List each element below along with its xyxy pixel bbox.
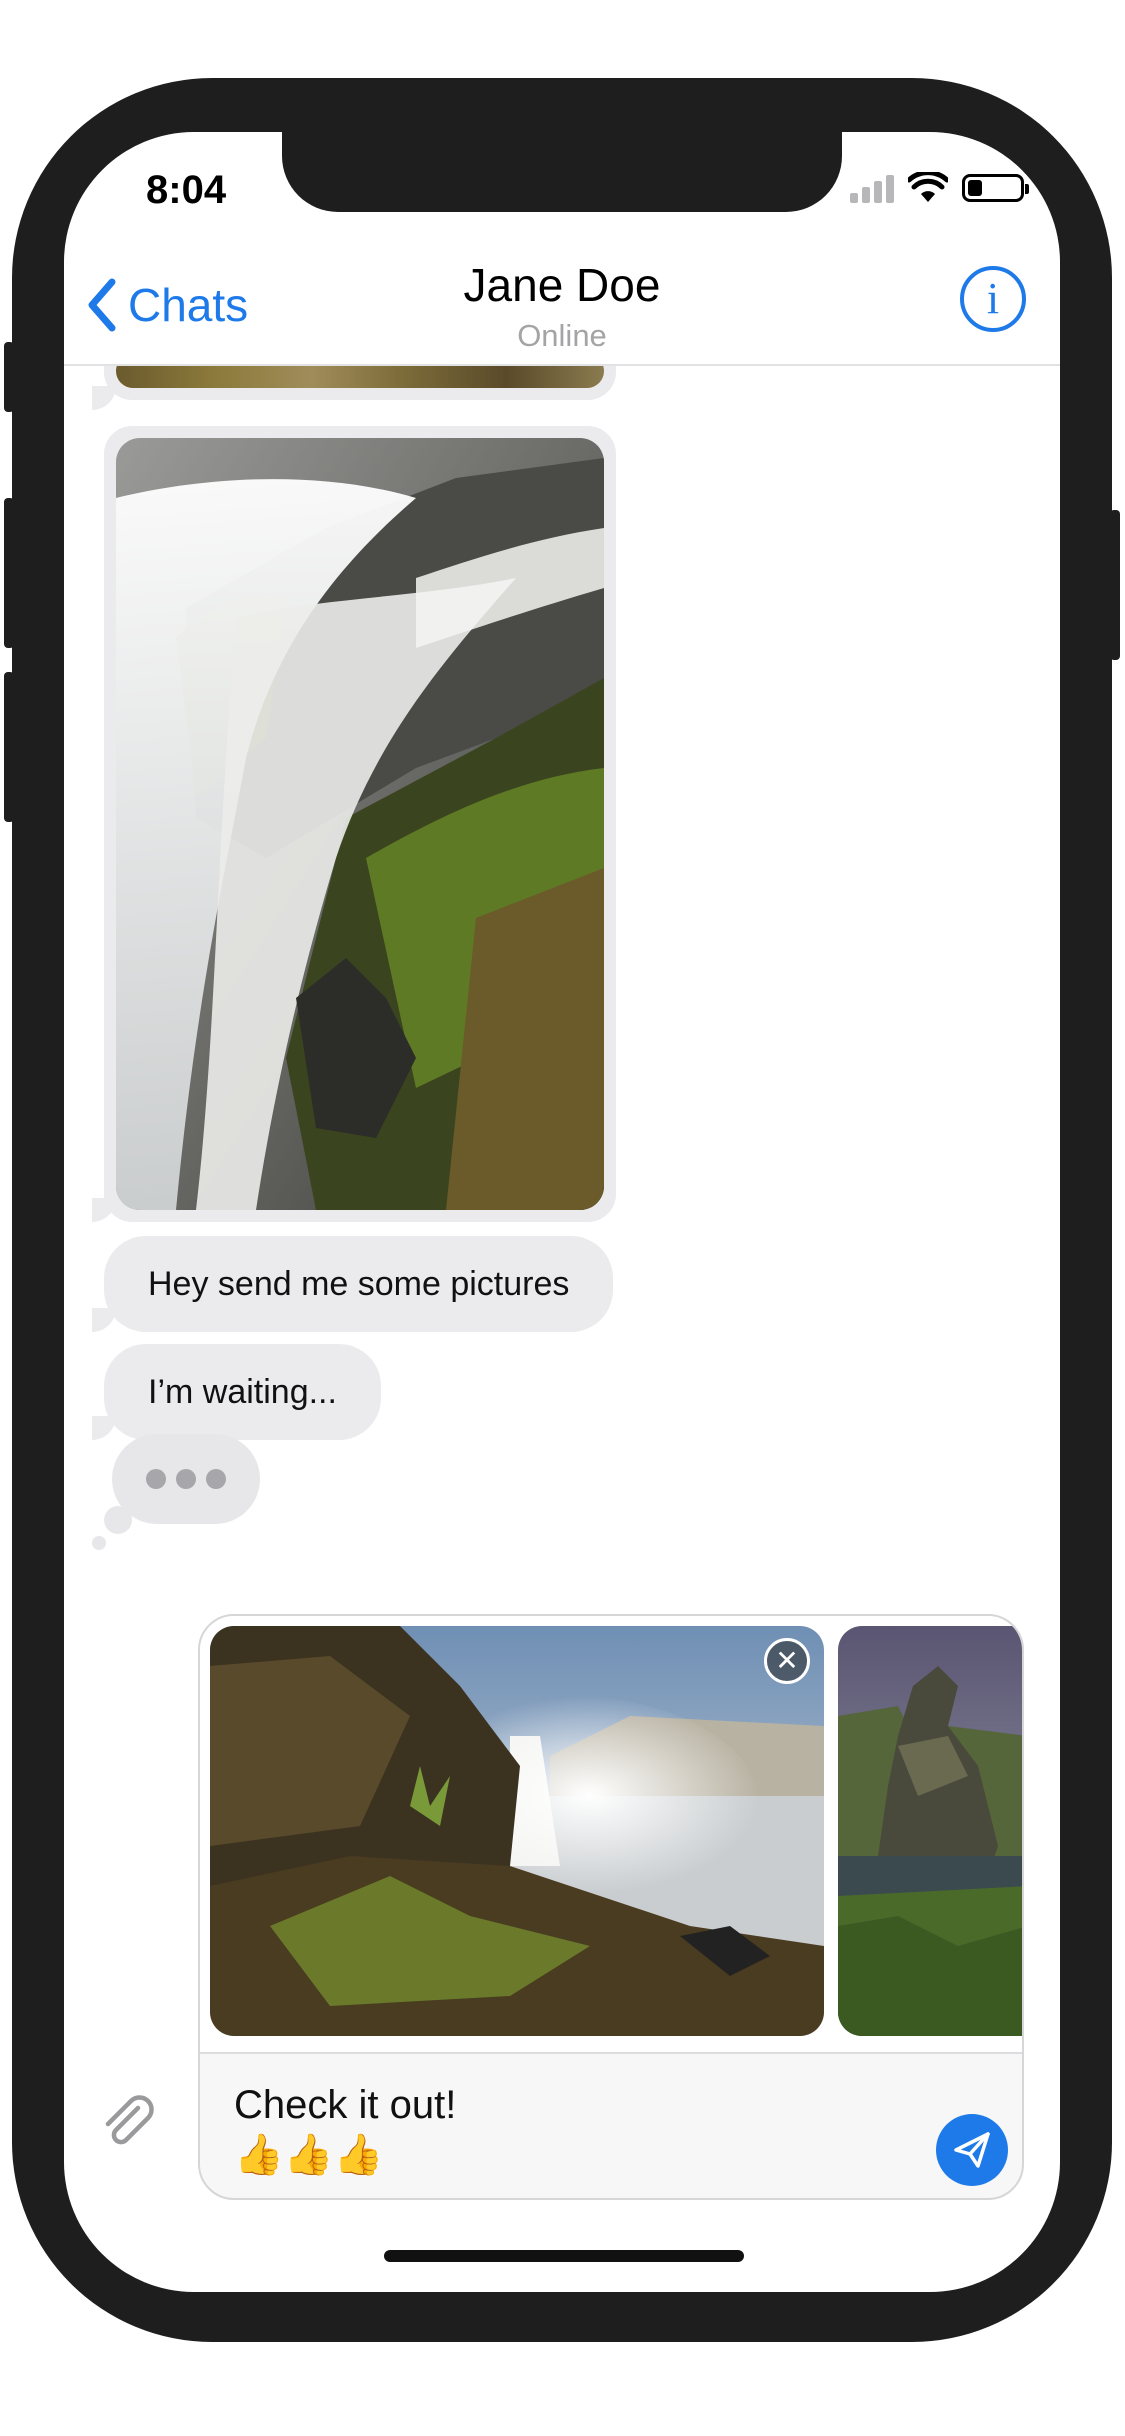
- send-button[interactable]: [936, 2114, 1008, 2186]
- message-list[interactable]: Hey send me some pictures I’m waiting...: [64, 366, 1060, 1666]
- message-image-waterfall[interactable]: [104, 426, 616, 1222]
- compose-emoji-line: 👍👍👍: [234, 2133, 384, 2177]
- attachment-preview-rock[interactable]: [838, 1626, 1022, 2036]
- typing-indicator: [112, 1434, 260, 1524]
- bubble-tail: [92, 1198, 116, 1222]
- wifi-icon: [908, 172, 948, 202]
- compose-line: Check it out!: [234, 2083, 457, 2127]
- landscape-illustration: [210, 1626, 824, 2036]
- rock-illustration: [838, 1626, 1022, 2036]
- battery-icon: [962, 174, 1029, 202]
- bubble-tail: [92, 1416, 116, 1440]
- paperclip-icon[interactable]: [98, 2092, 158, 2152]
- waterfall-illustration: [116, 438, 604, 1210]
- home-indicator[interactable]: [384, 2250, 744, 2262]
- contact-name: Jane Doe: [463, 259, 661, 311]
- signal-icon: [850, 173, 894, 203]
- volume-down-button: [4, 672, 14, 822]
- bubble-tail: [92, 1308, 116, 1332]
- mute-switch: [4, 342, 14, 412]
- send-icon: [954, 2132, 990, 2168]
- photo-grass: [116, 366, 604, 388]
- compose-input[interactable]: Check it out! 👍👍👍: [234, 2080, 456, 2180]
- status-icons: [850, 172, 1029, 204]
- power-button: [1110, 510, 1120, 660]
- status-time: 8:04: [146, 168, 227, 212]
- message-text[interactable]: Hey send me some pictures: [104, 1236, 614, 1332]
- attachment-previews[interactable]: ✕: [200, 1616, 1022, 2054]
- typing-indicator-dot: [92, 1536, 106, 1550]
- contact-title: Jane Doe Online: [64, 258, 1060, 354]
- phone-screen: 8:04 Chats Jane Doe Online i Hey send me…: [64, 132, 1060, 2292]
- message-composer[interactable]: ✕ Check it out! 👍👍👍: [198, 1614, 1024, 2200]
- photo-waterfall: [116, 438, 604, 1210]
- attachment-preview-waterfall[interactable]: ✕: [210, 1626, 824, 2036]
- close-icon[interactable]: ✕: [764, 1638, 810, 1684]
- message-image-previous[interactable]: [104, 366, 616, 400]
- volume-up-button: [4, 498, 14, 648]
- contact-status: Online: [517, 318, 607, 353]
- info-icon[interactable]: i: [960, 266, 1026, 332]
- chat-header: Chats Jane Doe Online i: [64, 250, 1060, 366]
- typing-indicator-dot: [104, 1506, 132, 1534]
- notch: [282, 132, 842, 212]
- bubble-tail: [92, 386, 116, 410]
- message-text[interactable]: I’m waiting...: [104, 1344, 381, 1440]
